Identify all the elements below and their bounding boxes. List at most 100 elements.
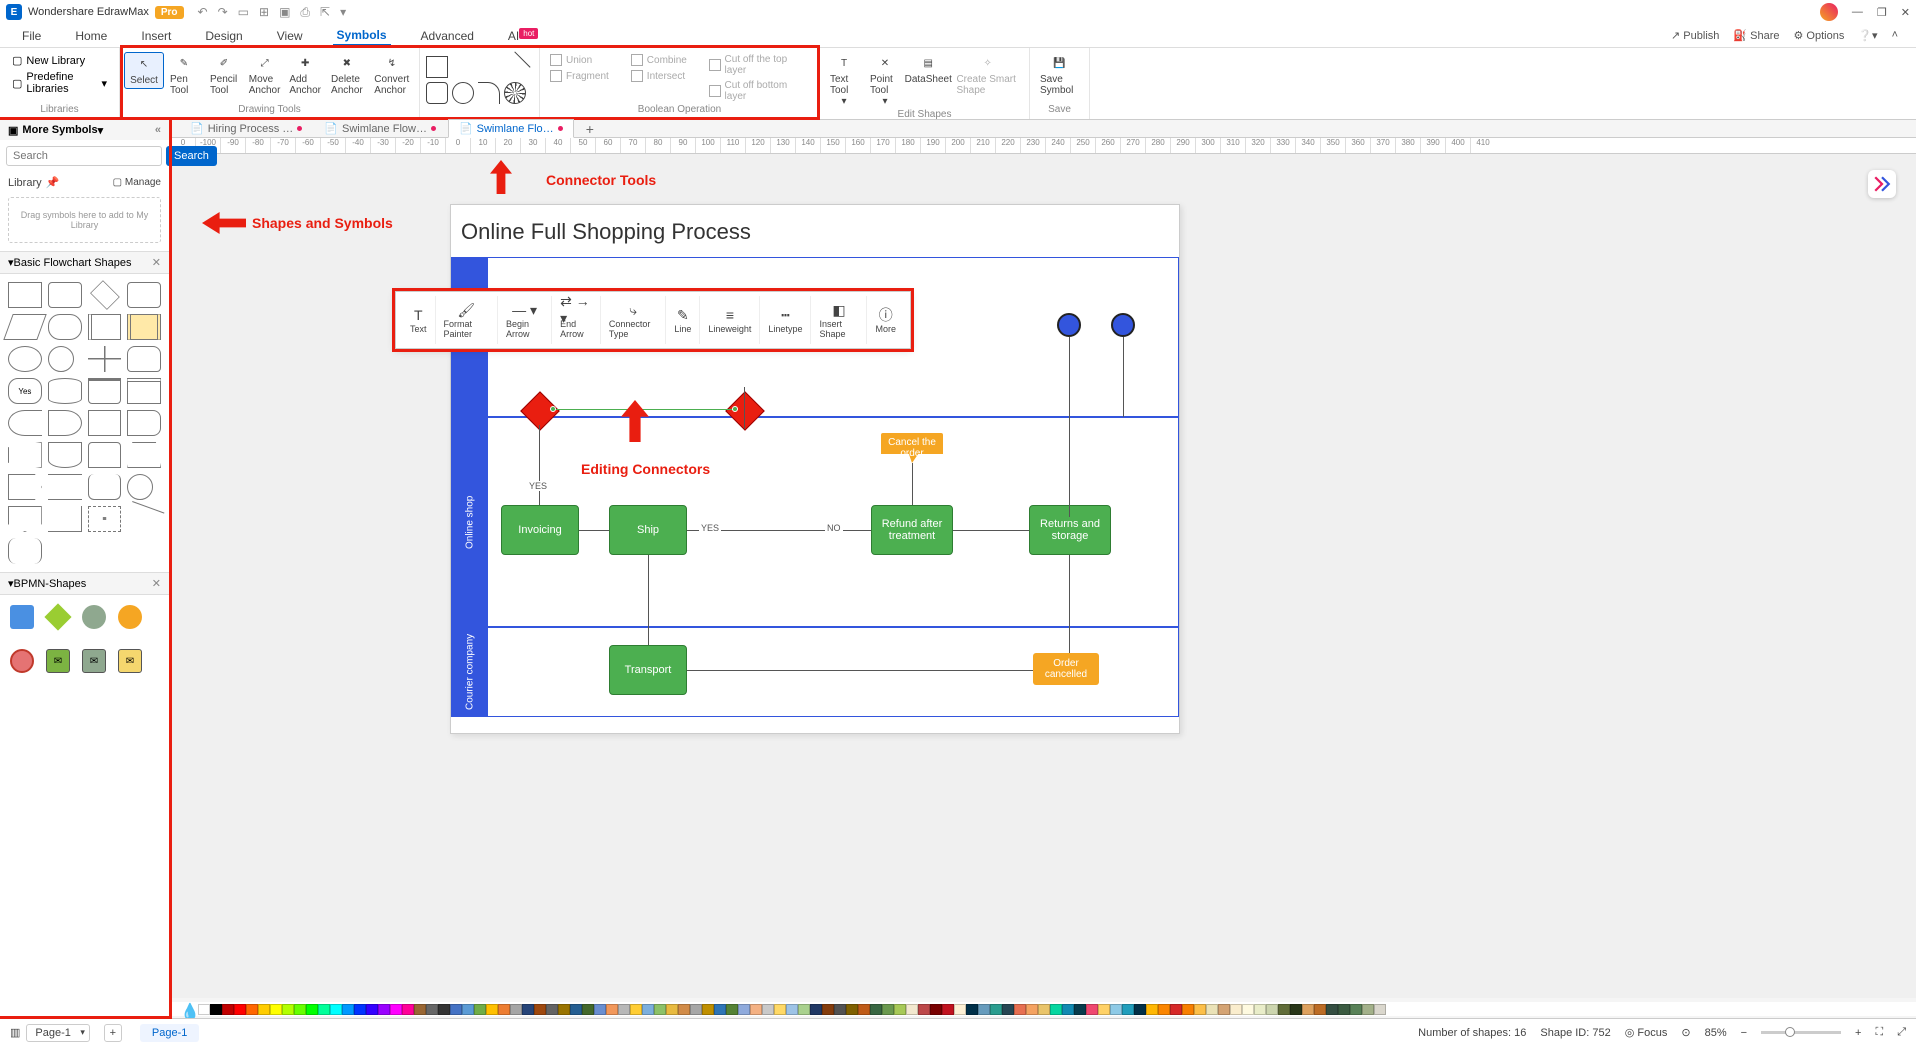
color-swatch[interactable] xyxy=(1374,1004,1386,1015)
focus-button[interactable]: ◎ Focus xyxy=(1625,1026,1668,1039)
palette-pill[interactable] xyxy=(48,314,82,340)
palette-circle[interactable] xyxy=(48,346,74,372)
color-swatch[interactable] xyxy=(1290,1004,1302,1015)
undo-icon[interactable]: ↶ xyxy=(198,5,208,19)
shape-spiral[interactable] xyxy=(504,82,526,104)
bpmn-task[interactable] xyxy=(10,605,34,629)
redo-icon[interactable]: ↷ xyxy=(218,5,228,19)
connector-returns-cancelled[interactable] xyxy=(1069,555,1070,653)
color-swatch[interactable] xyxy=(546,1004,558,1015)
share-link[interactable]: ⛽ Share xyxy=(1733,29,1779,42)
color-swatch[interactable] xyxy=(606,1004,618,1015)
color-swatch[interactable] xyxy=(474,1004,486,1015)
palette-display[interactable] xyxy=(48,410,82,436)
color-swatch[interactable] xyxy=(822,1004,834,1015)
palette-bucket[interactable] xyxy=(88,474,122,500)
connector-transport-cancelled[interactable] xyxy=(687,670,1067,671)
canvas[interactable]: Connector Tools Shapes and Symbols Onlin… xyxy=(170,154,1916,998)
color-swatch[interactable] xyxy=(510,1004,522,1015)
color-swatch[interactable] xyxy=(330,1004,342,1015)
color-swatch[interactable] xyxy=(234,1004,246,1015)
color-swatch[interactable] xyxy=(1122,1004,1134,1015)
pages-icon[interactable]: ▥ xyxy=(10,1026,20,1039)
palette-doc[interactable] xyxy=(48,442,82,468)
menu-advanced[interactable]: Advanced xyxy=(417,27,478,45)
delete-anchor-tool[interactable]: ✖Delete Anchor xyxy=(325,52,368,98)
shape-ellipse[interactable] xyxy=(452,82,474,104)
pin-icon[interactable]: 📌 xyxy=(46,176,60,189)
color-swatch[interactable] xyxy=(894,1004,906,1015)
color-swatch[interactable] xyxy=(990,1004,1002,1015)
color-swatch[interactable] xyxy=(414,1004,426,1015)
ft-linetype[interactable]: ┅Linetype xyxy=(760,296,811,344)
color-swatch[interactable] xyxy=(1110,1004,1122,1015)
color-swatch[interactable] xyxy=(954,1004,966,1015)
color-swatch[interactable] xyxy=(810,1004,822,1015)
bool-cut-bottom[interactable]: Cut off bottom layer xyxy=(709,80,809,102)
connector-refund-returns[interactable] xyxy=(953,530,1029,531)
connector-handle-end[interactable] xyxy=(732,406,738,412)
palette-corner[interactable] xyxy=(48,506,82,532)
color-swatch[interactable] xyxy=(486,1004,498,1015)
maximize-icon[interactable]: ❐ xyxy=(1877,6,1887,19)
color-swatch[interactable] xyxy=(270,1004,282,1015)
ft-format-painter[interactable]: 🖌Format Painter xyxy=(436,296,499,344)
bool-fragment[interactable]: Fragment xyxy=(550,70,609,82)
qat-icon-3[interactable]: ▣ xyxy=(279,5,290,19)
color-swatch[interactable] xyxy=(1074,1004,1086,1015)
color-swatch[interactable] xyxy=(246,1004,258,1015)
color-swatch[interactable] xyxy=(222,1004,234,1015)
symbol-search-input[interactable] xyxy=(6,146,162,166)
palette-actor[interactable] xyxy=(88,346,122,372)
color-swatch[interactable] xyxy=(378,1004,390,1015)
color-swatch[interactable] xyxy=(918,1004,930,1015)
manage-library-link[interactable]: ▢ Manage xyxy=(113,177,161,188)
connector-d2-up[interactable] xyxy=(744,387,745,429)
color-swatch[interactable] xyxy=(1302,1004,1314,1015)
point-tool[interactable]: ✕Point Tool▾ xyxy=(864,52,906,109)
export-icon[interactable]: ⇱ xyxy=(320,5,330,19)
color-swatch[interactable] xyxy=(846,1004,858,1015)
doc-tab-2[interactable]: 📄 Swimlane Flow… xyxy=(314,120,446,137)
bpmn-msg-3[interactable]: ✉ xyxy=(118,649,142,673)
move-anchor-tool[interactable]: ⤢Move Anchor xyxy=(244,52,285,98)
color-swatch[interactable] xyxy=(798,1004,810,1015)
color-swatch[interactable] xyxy=(1206,1004,1218,1015)
palette-loop[interactable] xyxy=(88,442,122,468)
color-swatch[interactable] xyxy=(258,1004,270,1015)
color-swatch[interactable] xyxy=(1278,1004,1290,1015)
color-swatch[interactable] xyxy=(978,1004,990,1015)
add-anchor-tool[interactable]: ✚Add Anchor xyxy=(285,52,325,98)
color-swatch[interactable] xyxy=(354,1004,366,1015)
menu-symbols[interactable]: Symbols xyxy=(333,26,391,46)
color-swatch[interactable] xyxy=(342,1004,354,1015)
qat-icon-1[interactable]: ▭ xyxy=(238,5,249,19)
close-icon[interactable]: ✕ xyxy=(1901,6,1910,19)
color-swatch[interactable] xyxy=(210,1004,222,1015)
color-swatch[interactable] xyxy=(1098,1004,1110,1015)
color-swatch[interactable] xyxy=(930,1004,942,1015)
close-section-icon[interactable]: ✕ xyxy=(152,256,161,269)
bool-combine[interactable]: Combine xyxy=(631,54,687,66)
close-section-icon[interactable]: ✕ xyxy=(152,577,161,590)
color-swatch[interactable] xyxy=(1014,1004,1026,1015)
eyedropper-icon[interactable]: 💧 xyxy=(180,1002,194,1016)
color-swatch[interactable] xyxy=(426,1004,438,1015)
palette-offpage[interactable] xyxy=(8,506,42,532)
color-swatch[interactable] xyxy=(942,1004,954,1015)
menu-view[interactable]: View xyxy=(273,27,307,45)
box-invoicing[interactable]: Invoicing xyxy=(501,505,579,555)
palette-rect[interactable] xyxy=(8,282,42,308)
color-swatch[interactable] xyxy=(282,1004,294,1015)
qat-more-icon[interactable]: ▾ xyxy=(340,5,346,19)
menu-home[interactable]: Home xyxy=(71,27,111,45)
menu-design[interactable]: Design xyxy=(201,27,246,45)
shape-arc[interactable] xyxy=(478,82,500,104)
color-swatch[interactable] xyxy=(318,1004,330,1015)
user-avatar[interactable] xyxy=(1820,3,1838,21)
color-swatch[interactable] xyxy=(1242,1004,1254,1015)
text-tool[interactable]: TText Tool▾ xyxy=(824,52,864,109)
palette-roundrect[interactable] xyxy=(48,282,82,308)
bpmn-msg-2[interactable]: ✉ xyxy=(82,649,106,673)
select-tool[interactable]: ↖Select xyxy=(124,52,164,89)
